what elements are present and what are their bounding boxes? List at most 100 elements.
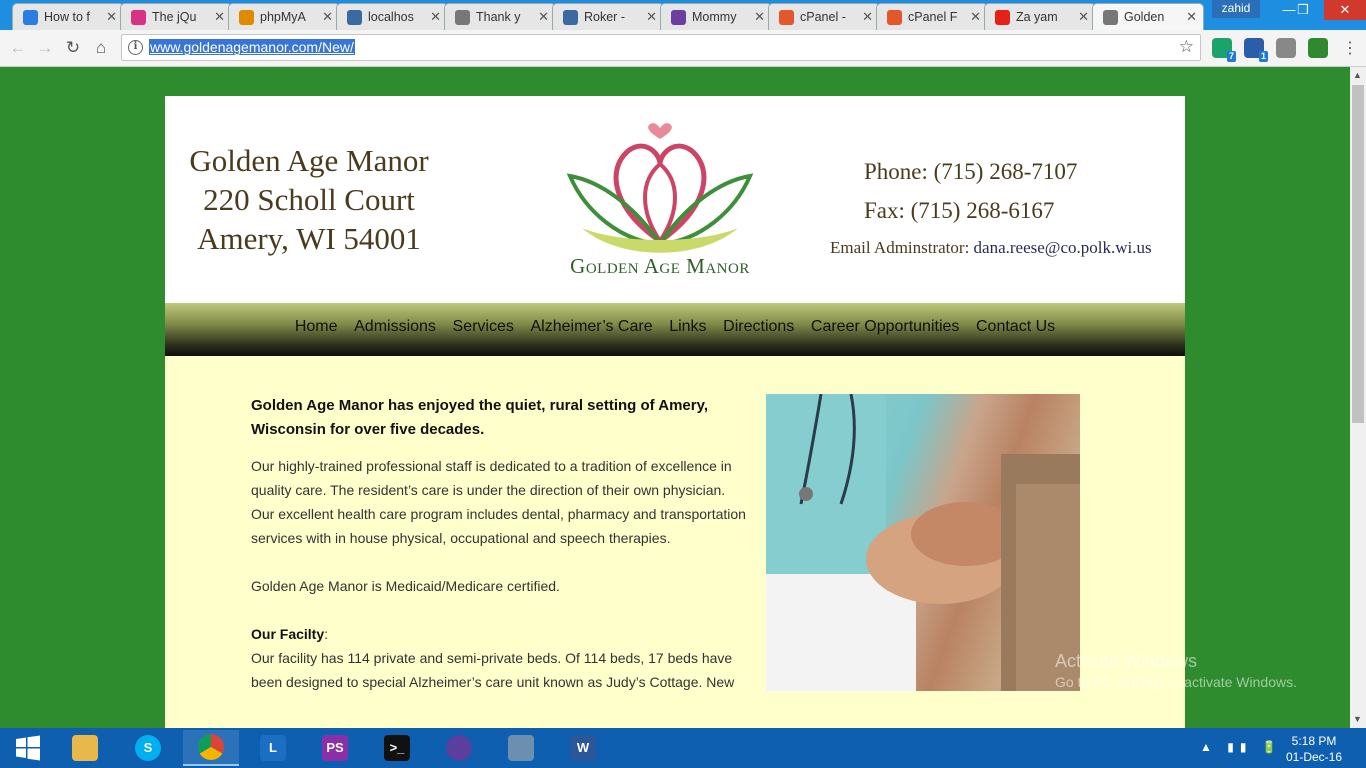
browser-tab[interactable]: cPanel - ✕ — [768, 3, 880, 30]
tab-close-icon[interactable]: ✕ — [1078, 9, 1089, 25]
browser-tab[interactable]: Thank y ✕ — [444, 3, 556, 30]
site-header: Golden Age Manor 220 Scholl Court Amery,… — [165, 96, 1185, 303]
cpanel-icon — [779, 9, 794, 25]
taskbar-app[interactable]: L — [245, 730, 301, 766]
download-icon[interactable] — [1308, 38, 1328, 58]
page-viewport: Golden Age Manor 220 Scholl Court Amery,… — [0, 67, 1350, 728]
extension-badge: 1 — [1258, 51, 1268, 62]
clock[interactable]: 5:18 PM 01-Dec-16 — [1284, 733, 1344, 765]
intro-text: Golden Age Manor has enjoyed the quiet, … — [251, 394, 751, 694]
browser-tab[interactable]: Mommy ✕ — [660, 3, 772, 30]
menu-icon[interactable]: ⋮ — [1338, 38, 1362, 60]
cpanel-icon — [887, 9, 902, 25]
taskbar-app[interactable]: >_ — [369, 730, 425, 766]
system-tray[interactable]: ▲ ▮▮ 🔋 — [1200, 740, 1283, 754]
taskbar-app[interactable]: S — [120, 730, 176, 766]
nav-link-alzheimer-s-care[interactable]: Alzheimer’s Care — [522, 318, 661, 336]
scroll-thumb[interactable] — [1352, 85, 1364, 423]
taskbar-app[interactable] — [183, 730, 239, 766]
tab-close-icon[interactable]: ✕ — [106, 9, 117, 25]
phone-number: Phone: (715) 268-7107 — [864, 159, 1078, 184]
main-nav: Home Admissions Services Alzheimer’s Care Li… — [165, 303, 1185, 356]
browser-tab[interactable]: Roker - ✕ — [552, 3, 664, 30]
translate-icon[interactable]: 1 — [1244, 38, 1268, 62]
email-link[interactable]: dana.reese@co.polk.wi.us — [974, 238, 1152, 257]
tab-close-icon[interactable]: ✕ — [538, 9, 549, 25]
email-line: Email Adminstrator: dana.reese@co.polk.w… — [830, 238, 1170, 258]
scroll-down-icon[interactable]: ▼ — [1353, 714, 1362, 724]
reload-icon[interactable]: ↻ — [61, 37, 85, 59]
taskbar-app[interactable] — [493, 730, 549, 766]
facility-heading: Our Facilty — [251, 626, 325, 642]
close-window-button[interactable]: ✕ — [1324, 0, 1366, 20]
browser-tab[interactable]: The jQu ✕ — [120, 3, 232, 30]
contact-block: Phone: (715) 268-7107 Fax: (715) 268-616… — [830, 152, 1170, 258]
email-label: Email Adminstrator: — [830, 238, 970, 257]
browser-tab[interactable]: How to f ✕ — [12, 3, 124, 30]
nav-link-career-opportunities[interactable]: Career Opportunities — [803, 318, 968, 336]
tab-title: localhos — [368, 10, 414, 24]
grammar-icon[interactable]: 7 — [1212, 38, 1236, 62]
tab-close-icon[interactable]: ✕ — [754, 9, 765, 25]
nav-link-directions[interactable]: Directions — [715, 318, 803, 336]
windows-logo-icon — [16, 735, 40, 761]
browser-tab[interactable]: Za yam ✕ — [984, 3, 1096, 30]
lead-paragraph: Golden Age Manor has enjoyed the quiet, … — [251, 397, 709, 438]
roker-icon — [563, 9, 578, 25]
cat-app-icon — [446, 735, 472, 761]
scroll-up-icon[interactable]: ▲ — [1353, 70, 1362, 80]
tab-close-icon[interactable]: ✕ — [214, 9, 225, 25]
address-line: Amery, WI 54001 — [197, 221, 421, 256]
tab-close-icon[interactable]: ✕ — [970, 9, 981, 25]
caregiver-holding-hands-photo — [766, 394, 1080, 691]
taskbar-app[interactable] — [431, 730, 487, 766]
tab-close-icon[interactable]: ✕ — [646, 9, 657, 25]
nav-link-services[interactable]: Services — [444, 318, 522, 336]
tab-title: The jQu — [152, 10, 197, 24]
tab-title: Za yam — [1016, 10, 1058, 24]
restore-button[interactable]: ❐ — [1288, 0, 1318, 20]
facility-heading-colon: : — [324, 626, 329, 642]
browser-toolbar: ← → ↻ ⌂ i www.goldenagemanor.com/New/ ☆ — [0, 30, 1366, 67]
browser-tab[interactable]: cPanel F ✕ — [876, 3, 988, 30]
nav-link-admissions[interactable]: Admissions — [346, 318, 444, 336]
tab-title: How to f — [44, 10, 90, 24]
tab-title: Roker - — [584, 10, 625, 24]
back-icon[interactable]: ← — [6, 37, 30, 59]
taskbar-app[interactable]: PS — [307, 730, 363, 766]
extension-badge: 7 — [1226, 51, 1236, 62]
page-scrollbar[interactable]: ▲ ▼ — [1350, 67, 1366, 728]
tab-close-icon[interactable]: ✕ — [862, 9, 873, 25]
terminal-icon: >_ — [384, 735, 410, 761]
roker-icon — [347, 9, 362, 25]
taskbar-app[interactable] — [57, 730, 113, 766]
activate-subtitle: Go to PC settings to activate Windows. — [1055, 674, 1297, 690]
staff-paragraph: Our highly-trained professional staff is… — [251, 458, 746, 546]
home-icon[interactable]: ⌂ — [89, 37, 113, 59]
browser-tab[interactable]: localhos ✕ — [336, 3, 448, 30]
nav-link-links[interactable]: Links — [661, 318, 715, 336]
bookmark-star-icon[interactable]: ☆ — [1179, 37, 1194, 57]
tab-close-icon[interactable]: ✕ — [322, 9, 333, 25]
browser-tab[interactable]: Golden ✕ — [1092, 3, 1204, 30]
browser-tab[interactable]: phpMyA ✕ — [228, 3, 340, 30]
nav-link-home[interactable]: Home — [287, 318, 346, 336]
url-text[interactable]: www.goldenagemanor.com/New/ — [149, 39, 355, 55]
taskbar-app[interactable]: W — [555, 730, 611, 766]
skype-icon: S — [135, 735, 161, 761]
chevron-icon — [23, 9, 38, 25]
nav-link-contact-us[interactable]: Contact Us — [968, 318, 1064, 336]
browser-tab-strip: How to f ✕ The jQu ✕ phpMyA ✕ localhos ✕ Thank y… — [0, 0, 1366, 30]
tab-close-icon[interactable]: ✕ — [430, 9, 441, 25]
info-icon[interactable]: i — [128, 40, 143, 55]
start-button[interactable] — [0, 730, 56, 766]
site-container: Golden Age Manor 220 Scholl Court Amery,… — [165, 96, 1185, 728]
shield-icon[interactable] — [1276, 38, 1296, 58]
address-bar[interactable]: i www.goldenagemanor.com/New/ ☆ — [121, 34, 1201, 61]
tab-title: Golden — [1124, 10, 1165, 24]
tab-close-icon[interactable]: ✕ — [1186, 9, 1197, 25]
profile-button[interactable]: zahid — [1212, 0, 1260, 18]
forward-icon[interactable]: → — [33, 37, 57, 59]
tab-title: cPanel F — [908, 10, 958, 24]
tab-title: Mommy — [692, 10, 737, 24]
